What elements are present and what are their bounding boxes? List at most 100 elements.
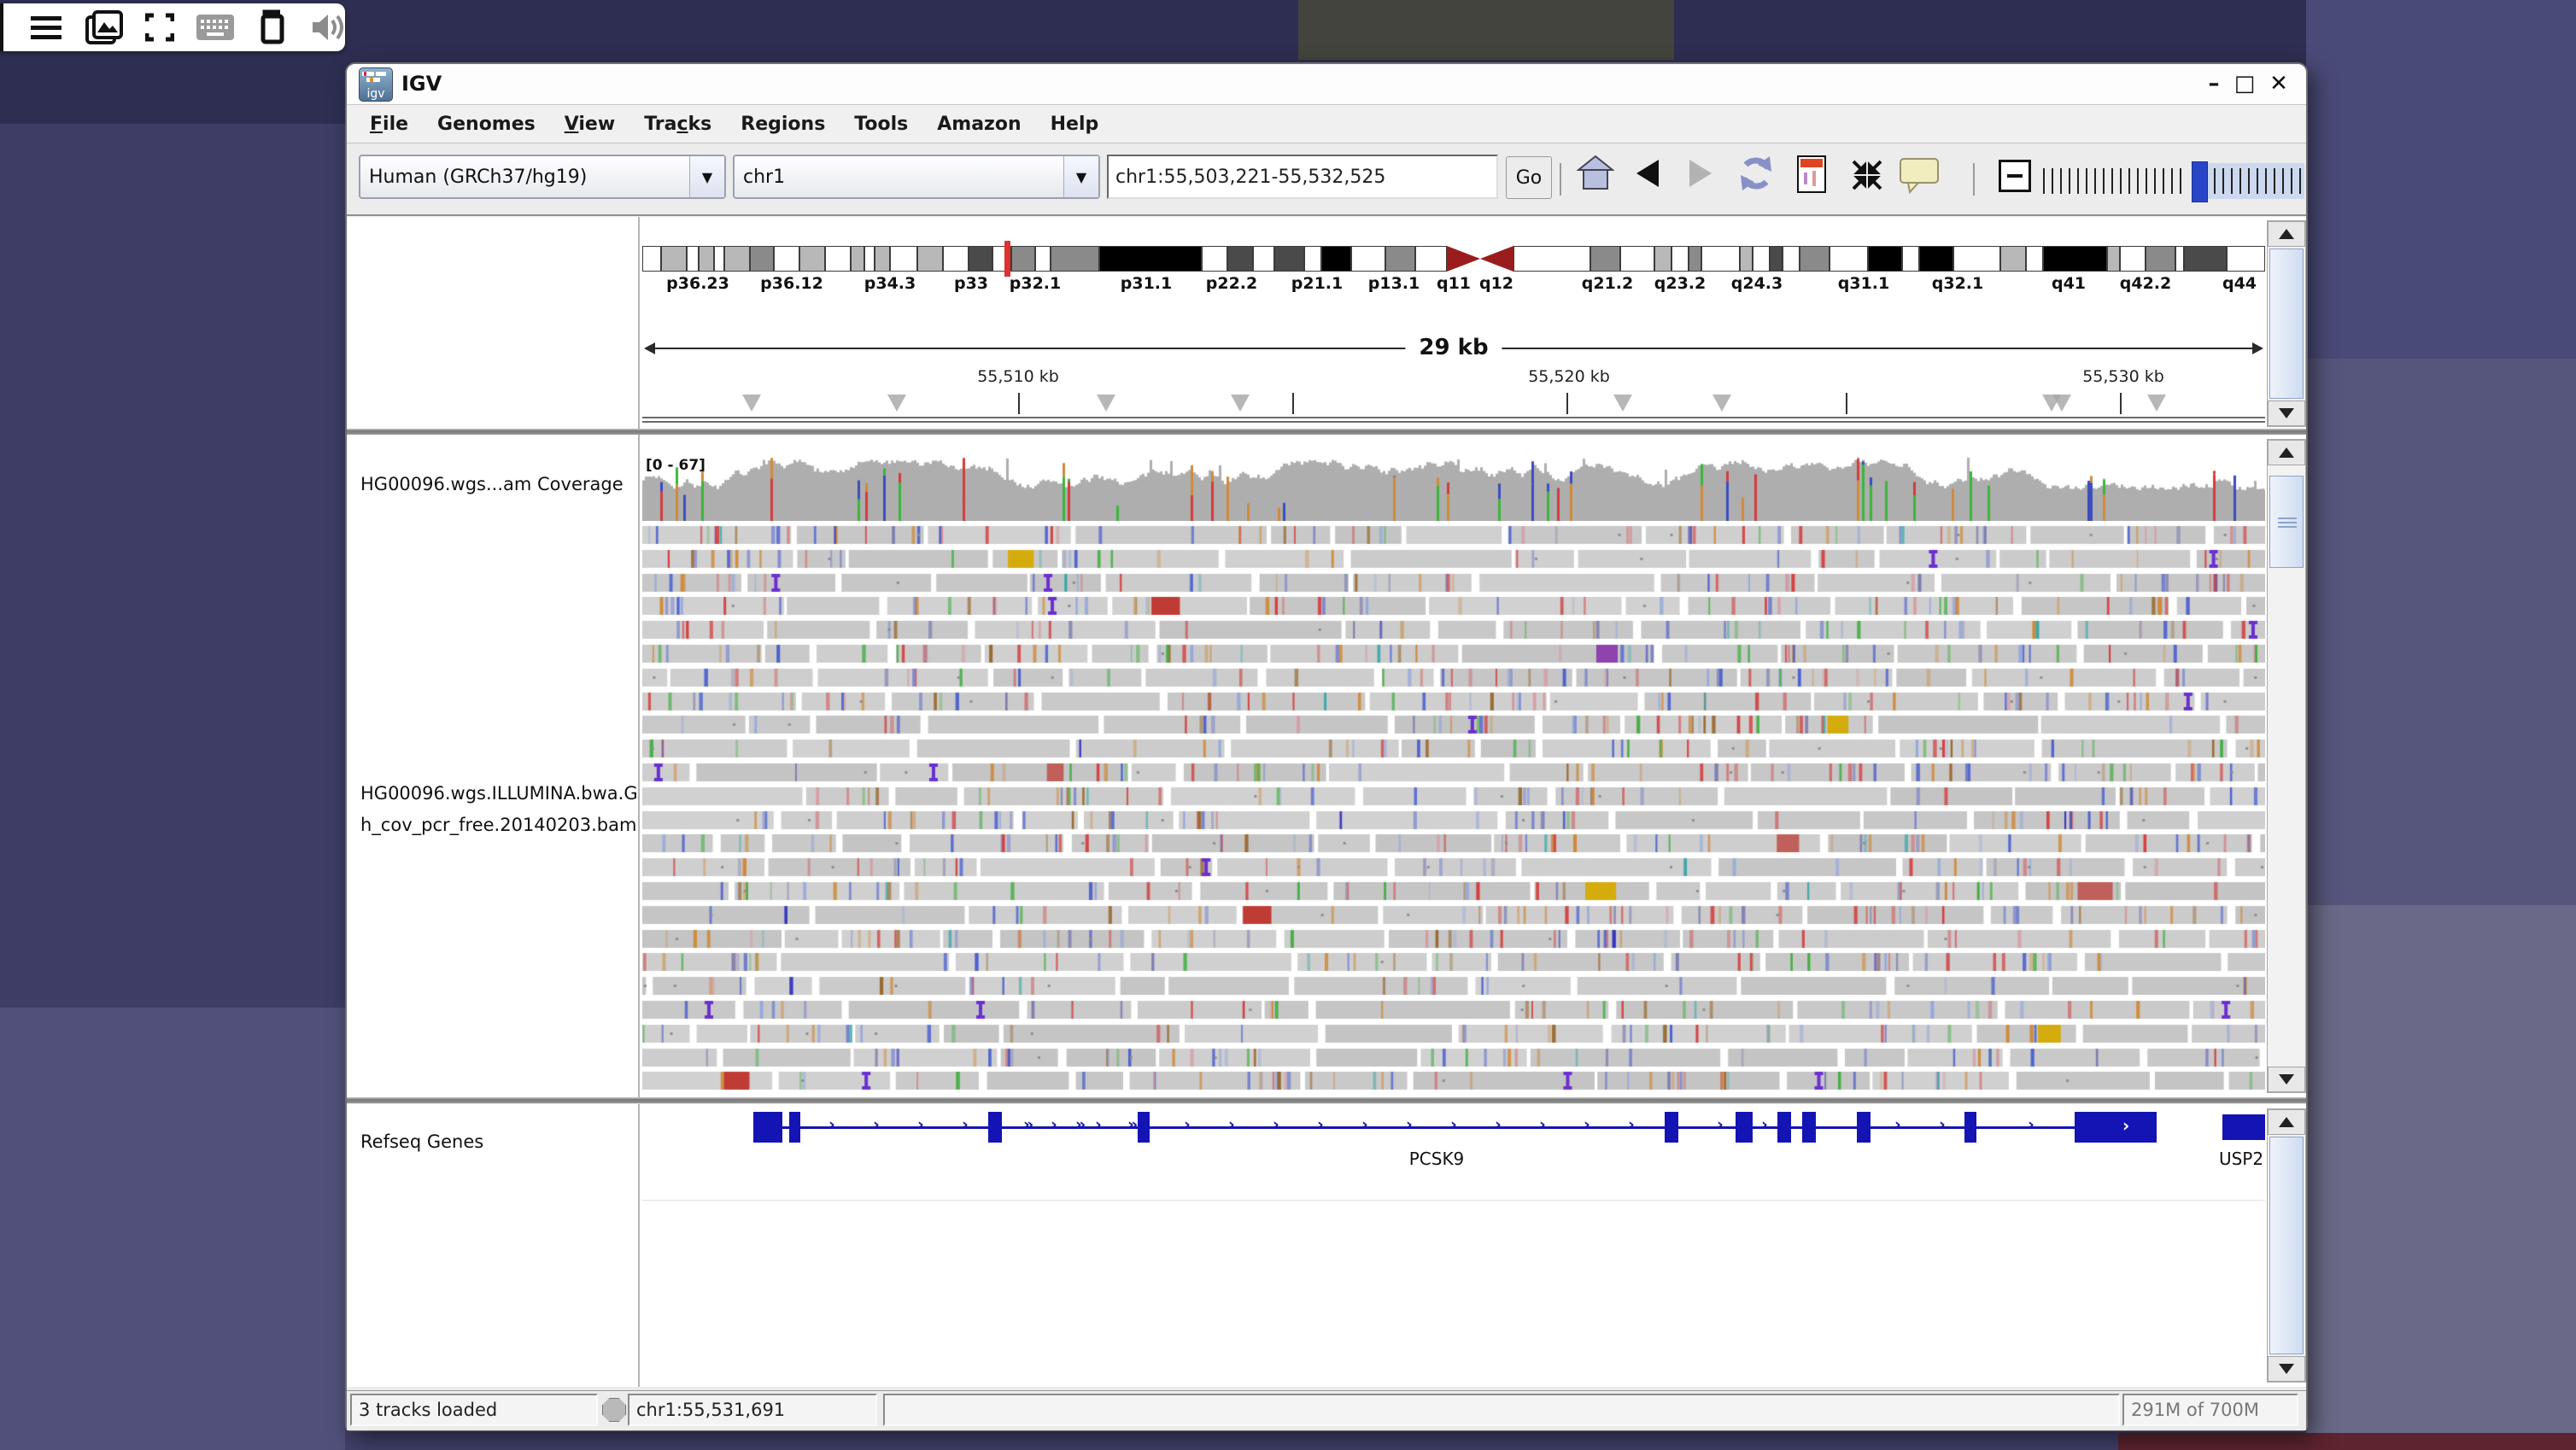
- strand-arrow-icon: ›: [1495, 1115, 1502, 1134]
- panel-divider[interactable]: [638, 217, 640, 429]
- scroll-down-icon[interactable]: [2268, 1356, 2305, 1382]
- band-label: q12: [1479, 274, 1513, 293]
- menu-icon[interactable]: [29, 9, 63, 46]
- ideogram-band: [864, 246, 875, 272]
- keyboard-icon[interactable]: [196, 9, 234, 46]
- ideogram-band: [2043, 246, 2107, 272]
- scroll-down-icon[interactable]: [2268, 401, 2305, 426]
- gene-scrollbar[interactable]: [2267, 1108, 2306, 1383]
- memory-usage-status[interactable]: 291M of 700M: [2122, 1394, 2298, 1426]
- locus-input[interactable]: chr1:55,503,221-55,532,525: [1107, 155, 1498, 199]
- menu-file[interactable]: File: [355, 114, 423, 135]
- region-marker-icon[interactable]: [742, 395, 761, 412]
- home-icon[interactable]: [1575, 153, 1616, 194]
- fit-window-icon[interactable]: [1848, 156, 1886, 194]
- zoom-tick: [2120, 168, 2122, 194]
- menu-tools[interactable]: Tools: [840, 114, 922, 135]
- band-label: q42.2: [2120, 274, 2171, 293]
- panel-divider[interactable]: [638, 435, 640, 1097]
- minimize-button[interactable]: –: [2198, 69, 2229, 98]
- panel-divider[interactable]: [638, 1104, 640, 1387]
- genes-track-label[interactable]: Refseq Genes: [360, 1131, 483, 1152]
- tooltip-icon[interactable]: [1898, 156, 1941, 196]
- zoom-out-icon[interactable]: [1999, 160, 2031, 192]
- go-button[interactable]: Go: [1506, 156, 1552, 199]
- ideogram-band: [1351, 246, 1385, 272]
- region-marker-icon[interactable]: [887, 395, 906, 412]
- forward-icon[interactable]: [1686, 158, 1715, 189]
- title-bar[interactable]: igv IGV – □ ✕: [347, 64, 2306, 105]
- zoom-tick: [2299, 168, 2301, 194]
- ideogram-band: [1620, 246, 1654, 272]
- region-tool-icon[interactable]: [1795, 155, 1828, 194]
- region-marker-icon[interactable]: [1613, 395, 1632, 412]
- status-indicator-icon[interactable]: [602, 1398, 626, 1422]
- coverage-track-label[interactable]: HG00096.wgs...am Coverage: [360, 474, 634, 494]
- desktop-patch: [2118, 1433, 2576, 1450]
- scroll-up-icon[interactable]: [2268, 440, 2305, 465]
- panel-splitter[interactable]: [347, 429, 2306, 435]
- menu-regions[interactable]: Regions: [726, 114, 840, 135]
- scroll-up-icon[interactable]: [2268, 221, 2305, 247]
- strand-arrow-icon: ›: [1450, 1115, 1457, 1134]
- gene-name-pcsk9[interactable]: PCSK9: [1409, 1149, 1465, 1169]
- back-icon[interactable]: [1633, 158, 1662, 189]
- copy-icon[interactable]: [256, 9, 289, 46]
- alignment-reads-canvas[interactable]: [642, 524, 2265, 1095]
- alignment-scrollbar[interactable]: [2267, 439, 2306, 1093]
- fullscreen-icon[interactable]: [145, 9, 174, 46]
- scrollbar-thumb[interactable]: [2269, 248, 2304, 399]
- strand-arrow-icon: ›: [1584, 1115, 1590, 1134]
- menu-help[interactable]: Help: [1036, 114, 1114, 135]
- strand-arrow-icon: ›: [917, 1115, 924, 1134]
- zoom-tick: [2043, 168, 2045, 194]
- genome-select[interactable]: Human (GRCh37/hg19) ▼: [359, 155, 726, 199]
- locus-scrollbar[interactable]: [2267, 220, 2306, 427]
- igv-logo-text: igv: [360, 88, 392, 100]
- zoom-tick: [2171, 168, 2173, 194]
- ideogram-band: [1654, 246, 1671, 272]
- ideogram-band: [943, 246, 969, 272]
- ideogram-band: [2026, 246, 2043, 272]
- chromosome-ideogram[interactable]: [642, 246, 2265, 272]
- ideogram-band: [1253, 246, 1274, 272]
- band-label: q23.2: [1654, 274, 1706, 293]
- menu-view[interactable]: View: [550, 114, 629, 135]
- panel-splitter[interactable]: [347, 1097, 2306, 1103]
- refresh-icon[interactable]: [1734, 151, 1778, 196]
- region-marker-icon[interactable]: [1097, 395, 1115, 412]
- strand-arrow-icon: ›: [1761, 1115, 1768, 1134]
- ideogram-ruler-area[interactable]: p36.23p36.12p34.3p33p32.1p31.1p22.2p21.1…: [642, 217, 2265, 429]
- alignment-track-label-line2[interactable]: h_cov_pcr_free.20140203.bam: [360, 815, 642, 835]
- scroll-up-icon[interactable]: [2268, 1109, 2305, 1135]
- alignment-track-label-line1[interactable]: HG00096.wgs.ILLUMINA.bwa.G: [360, 783, 642, 804]
- position-marker: [1004, 241, 1010, 277]
- region-marker-icon[interactable]: [2052, 395, 2071, 412]
- region-marker-icon[interactable]: [1231, 395, 1250, 412]
- scroll-down-icon[interactable]: [2268, 1067, 2305, 1092]
- menu-tracks[interactable]: Tracks: [629, 114, 726, 135]
- screenshot-icon[interactable]: [85, 9, 123, 46]
- gene-track-area[interactable]: ›››››››››››››››››››››››»»» PCSK9 USP2: [642, 1104, 2265, 1387]
- menu-amazon[interactable]: Amazon: [922, 114, 1035, 135]
- coverage-track-canvas[interactable]: [642, 456, 2265, 521]
- region-marker-icon[interactable]: [1712, 395, 1731, 412]
- chevron-down-icon[interactable]: ▼: [1063, 156, 1098, 197]
- maximize-button[interactable]: □: [2229, 69, 2260, 98]
- gene-name-usp24[interactable]: USP2: [2219, 1149, 2263, 1169]
- chevron-down-icon[interactable]: ▼: [689, 156, 724, 197]
- ideogram-band: [1099, 246, 1202, 272]
- speaker-icon[interactable]: [311, 9, 345, 46]
- zoom-slider-thumb[interactable]: [2192, 161, 2208, 202]
- scrollbar-thumb[interactable]: [2269, 476, 2304, 568]
- menu-genomes[interactable]: Genomes: [423, 114, 550, 135]
- locus-panel: p36.23p36.12p34.3p33p32.1p31.1p22.2p21.1…: [347, 217, 2306, 429]
- drag-grip[interactable]: [0, 3, 7, 51]
- alignment-data-area[interactable]: [0 - 67]: [642, 435, 2265, 1097]
- close-button[interactable]: ✕: [2263, 69, 2294, 98]
- chromosome-select[interactable]: chr1 ▼: [733, 155, 1100, 199]
- alignment-panel: HG00096.wgs...am Coverage HG00096.wgs.IL…: [347, 435, 2306, 1097]
- region-marker-icon[interactable]: [2147, 395, 2166, 412]
- strand-arrow-icon: ›: [2028, 1115, 2034, 1134]
- scrollbar-thumb[interactable]: [2269, 1137, 2304, 1354]
